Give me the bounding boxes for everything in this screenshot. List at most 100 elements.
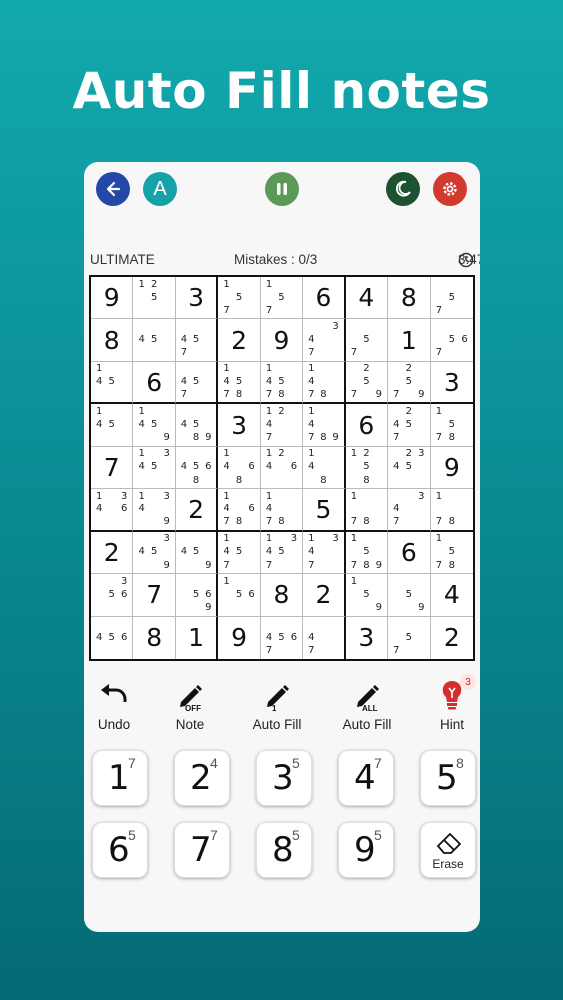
sudoku-cell-r6c3[interactable]: 2: [175, 489, 219, 532]
sudoku-cell-r2c2[interactable]: 45: [133, 319, 176, 362]
sudoku-cell-r6c8[interactable]: 3 47: [388, 489, 431, 532]
sudoku-cell-r8c3[interactable]: 569: [175, 574, 219, 617]
sudoku-cell-r6c9[interactable]: 1 78: [430, 489, 473, 532]
sudoku-cell-r9c4[interactable]: 9: [218, 616, 261, 659]
sudoku-cell-r2c6[interactable]: 3 47: [303, 319, 346, 362]
sudoku-cell-r1c9[interactable]: 57: [430, 277, 473, 320]
sudoku-cell-r5c6[interactable]: 148: [303, 446, 346, 490]
sudoku-cell-r3c3[interactable]: 457: [175, 361, 219, 405]
sudoku-cell-r6c5[interactable]: 1478: [260, 489, 304, 532]
number-key-3[interactable]: 35: [256, 750, 312, 806]
sudoku-cell-r9c7[interactable]: 3: [346, 616, 389, 659]
sudoku-cell-r2c8[interactable]: 1: [388, 319, 431, 362]
sudoku-cell-r2c4[interactable]: 2: [218, 319, 261, 362]
sudoku-cell-r1c5[interactable]: 157: [260, 277, 304, 320]
sudoku-cell-r1c6[interactable]: 6: [303, 277, 346, 320]
sudoku-cell-r4c9[interactable]: 1578: [430, 404, 473, 447]
sudoku-cell-r3c7[interactable]: 257 9: [345, 361, 389, 405]
undo-button[interactable]: Undo: [84, 676, 152, 732]
account-button[interactable]: A: [143, 172, 177, 206]
dark-mode-button[interactable]: [386, 172, 420, 206]
hint-button[interactable]: 3 Hint: [414, 674, 480, 732]
sudoku-cell-r3c8[interactable]: 257 9: [388, 361, 431, 405]
sudoku-cell-r6c7[interactable]: 1 78: [345, 489, 389, 532]
note-button[interactable]: OFF Note: [152, 676, 228, 732]
sudoku-cell-r3c9[interactable]: 3: [430, 362, 473, 405]
sudoku-cell-r7c3[interactable]: 459: [175, 531, 219, 575]
sudoku-cell-r1c1[interactable]: 9: [91, 277, 134, 320]
sudoku-cell-r7c4[interactable]: 1457: [218, 531, 261, 575]
sudoku-cell-r8c5[interactable]: 8: [260, 574, 304, 617]
sudoku-cell-r3c2[interactable]: 6: [133, 361, 176, 405]
sudoku-cell-r1c7[interactable]: 4: [345, 277, 389, 320]
sudoku-cell-r7c2[interactable]: 3 459: [133, 531, 176, 575]
sudoku-cell-r8c4[interactable]: 156: [218, 574, 261, 617]
number-key-8[interactable]: 85: [256, 822, 312, 878]
sudoku-cell-r5c7[interactable]: 1258: [345, 446, 389, 490]
sudoku-cell-r2c5[interactable]: 9: [260, 319, 304, 362]
sudoku-cell-r6c1[interactable]: 1 3 4 6: [91, 489, 134, 532]
sudoku-cell-r8c1[interactable]: 356: [91, 574, 134, 617]
number-key-6[interactable]: 65: [92, 822, 148, 878]
sudoku-cell-r4c6[interactable]: 1 4789: [303, 404, 346, 447]
sudoku-cell-r8c8[interactable]: 59: [388, 574, 431, 617]
sudoku-cell-r6c2[interactable]: 1 3 4 9: [133, 489, 176, 532]
sudoku-cell-r5c3[interactable]: 4568: [175, 446, 219, 490]
sudoku-cell-r9c2[interactable]: 8: [133, 616, 176, 659]
number-key-2[interactable]: 24: [174, 750, 230, 806]
sudoku-cell-r5c9[interactable]: 9: [430, 447, 473, 490]
auto-fill-single-button[interactable]: 1 Auto Fill: [239, 676, 315, 732]
sudoku-cell-r7c6[interactable]: 1 3 47: [303, 531, 346, 575]
sudoku-cell-r3c6[interactable]: 1478: [303, 361, 346, 405]
erase-button[interactable]: Erase: [420, 822, 476, 878]
sudoku-cell-r3c4[interactable]: 14578: [218, 361, 261, 405]
sudoku-cell-r9c3[interactable]: 1: [176, 616, 219, 659]
sudoku-cell-r7c1[interactable]: 2: [91, 531, 134, 575]
sudoku-cell-r4c3[interactable]: 4589: [175, 404, 219, 447]
number-key-9[interactable]: 95: [338, 822, 394, 878]
sudoku-cell-r9c8[interactable]: 57: [388, 616, 431, 659]
sudoku-cell-r9c5[interactable]: 456 7: [261, 616, 304, 659]
sudoku-cell-r4c4[interactable]: 3: [218, 404, 261, 447]
sudoku-cell-r9c9[interactable]: 2: [431, 617, 473, 659]
sudoku-cell-r7c8[interactable]: 6: [388, 531, 431, 575]
sudoku-cell-r5c5[interactable]: 124 6: [260, 446, 304, 490]
sudoku-cell-r8c6[interactable]: 2: [303, 574, 346, 617]
pause-button[interactable]: [265, 172, 299, 206]
sudoku-cell-r3c5[interactable]: 14578: [260, 361, 304, 405]
sudoku-cell-r7c9[interactable]: 1578: [430, 532, 473, 575]
sudoku-cell-r8c2[interactable]: 7: [133, 574, 176, 617]
sudoku-cell-r5c2[interactable]: 1 3 45: [133, 446, 176, 490]
sudoku-cell-r1c8[interactable]: 8: [388, 277, 431, 320]
sudoku-cell-r4c7[interactable]: 6: [345, 404, 389, 447]
sudoku-cell-r2c3[interactable]: 457: [175, 319, 219, 362]
sudoku-cell-r4c2[interactable]: 1 459: [133, 404, 176, 447]
sudoku-cell-r1c2[interactable]: 125: [133, 277, 176, 320]
sudoku-cell-r1c4[interactable]: 157: [218, 277, 261, 320]
sudoku-cell-r5c8[interactable]: 23 45: [388, 446, 431, 490]
sudoku-cell-r1c3[interactable]: 3: [175, 277, 219, 320]
sudoku-cell-r6c4[interactable]: 14 6 78: [218, 489, 261, 532]
settings-button[interactable]: [433, 172, 467, 206]
sudoku-cell-r2c7[interactable]: 57: [345, 319, 389, 362]
sudoku-cell-r9c1[interactable]: 456: [91, 616, 134, 659]
number-key-4[interactable]: 47: [338, 750, 394, 806]
number-key-7[interactable]: 77: [174, 822, 230, 878]
sudoku-cell-r4c8[interactable]: 2457: [388, 404, 431, 447]
sudoku-cell-r7c5[interactable]: 1 3 457: [260, 531, 304, 575]
sudoku-cell-r8c7[interactable]: 159: [345, 574, 389, 617]
sudoku-cell-r4c1[interactable]: 1 45: [91, 404, 134, 447]
sudoku-cell-r5c1[interactable]: 7: [91, 446, 134, 490]
sudoku-cell-r8c9[interactable]: 4: [430, 574, 473, 617]
sudoku-cell-r7c7[interactable]: 15789: [345, 531, 389, 575]
auto-fill-all-button[interactable]: ALL Auto Fill: [329, 676, 405, 732]
sudoku-cell-r4c5[interactable]: 1247: [260, 404, 304, 447]
sudoku-cell-r9c6[interactable]: 47: [303, 616, 346, 659]
back-button[interactable]: [96, 172, 130, 206]
sudoku-cell-r2c9[interactable]: 56 7: [430, 319, 473, 362]
number-key-1[interactable]: 17: [92, 750, 148, 806]
number-key-5[interactable]: 58: [420, 750, 476, 806]
sudoku-cell-r6c6[interactable]: 5: [303, 489, 346, 532]
sudoku-cell-r5c4[interactable]: 14 68: [218, 446, 261, 490]
sudoku-cell-r3c1[interactable]: 145: [91, 361, 134, 405]
